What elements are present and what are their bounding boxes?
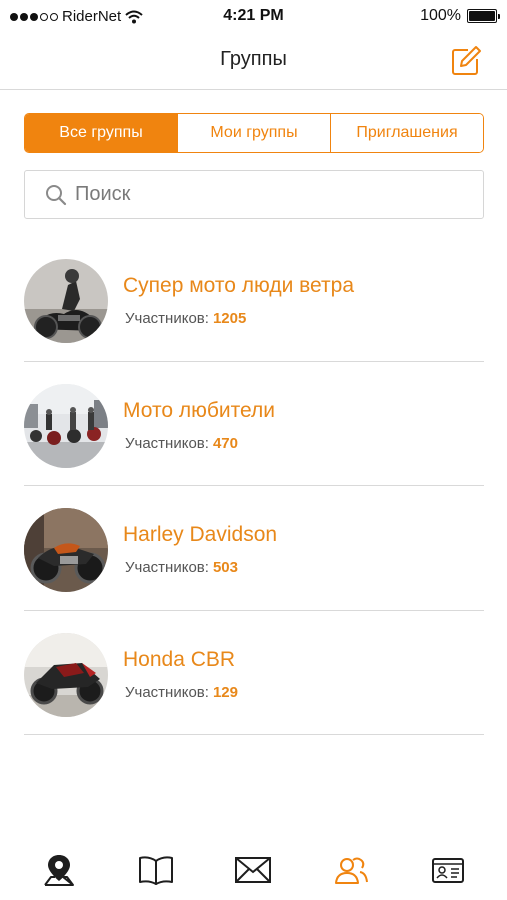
group-avatar xyxy=(24,632,108,717)
contact-card-icon xyxy=(432,858,465,883)
list-item[interactable]: Супер мото люди ветра Участников: 1205 xyxy=(24,237,484,362)
list-item[interactable]: Мото любители Участников: 470 xyxy=(24,362,484,486)
status-bar: RiderNet 4:21 PM 100% xyxy=(0,0,507,34)
members-label: Участников: xyxy=(125,310,209,327)
members-count: 129 xyxy=(212,683,238,701)
group-list: Супер мото люди ветра Участников: 1205 М… xyxy=(24,237,484,735)
tab-groups[interactable] xyxy=(326,848,376,892)
battery-percent: 100% xyxy=(420,7,461,24)
group-name: Honda CBR xyxy=(123,647,236,671)
tab-map[interactable] xyxy=(34,848,84,892)
compose-button[interactable] xyxy=(449,44,483,78)
battery-status: 100% xyxy=(420,7,500,25)
tab-profile[interactable] xyxy=(423,848,473,892)
search-input[interactable] xyxy=(75,183,455,206)
group-avatar xyxy=(24,383,108,468)
members-info: Участников: 1205 xyxy=(125,310,246,327)
list-item[interactable]: Honda CBR Участников: 129 xyxy=(24,611,484,735)
group-name: Harley Davidson xyxy=(123,523,278,546)
group-avatar xyxy=(24,259,108,343)
members-count: 1205 xyxy=(212,310,247,327)
map-pin-icon xyxy=(43,855,74,886)
battery-icon xyxy=(467,9,500,23)
tab-invitations[interactable]: Приглашения xyxy=(330,114,483,152)
list-item[interactable]: Harley Davidson Участников: 503 xyxy=(24,486,484,611)
book-icon xyxy=(139,856,174,885)
group-name: Мото любители xyxy=(123,398,275,422)
members-info: Участников: 503 xyxy=(125,559,238,576)
members-label: Участников: xyxy=(125,434,209,452)
tab-journal[interactable] xyxy=(131,848,181,892)
group-filter-tabs: Все группы Мои группы Приглашения xyxy=(24,113,484,153)
search-icon xyxy=(46,184,67,205)
members-label: Участников: xyxy=(125,683,209,701)
members-label: Участников: xyxy=(125,559,209,576)
tab-messages[interactable] xyxy=(228,848,278,892)
search-bar[interactable] xyxy=(24,170,484,219)
members-count: 503 xyxy=(212,559,238,576)
members-info: Участников: 470 xyxy=(125,435,238,452)
members-info: Участников: 129 xyxy=(125,684,238,701)
group-name: Супер мото люди ветра xyxy=(123,274,355,297)
compose-icon xyxy=(452,46,481,75)
group-avatar xyxy=(24,508,108,592)
groups-icon xyxy=(334,857,368,884)
members-count: 470 xyxy=(212,434,238,452)
page-title: Группы xyxy=(220,48,287,70)
tab-all-groups[interactable]: Все группы xyxy=(25,114,177,152)
tab-my-groups[interactable]: Мои группы xyxy=(177,114,330,152)
envelope-icon xyxy=(235,857,272,883)
navigation-bar: Группы xyxy=(0,34,507,90)
tab-bar xyxy=(0,840,507,900)
